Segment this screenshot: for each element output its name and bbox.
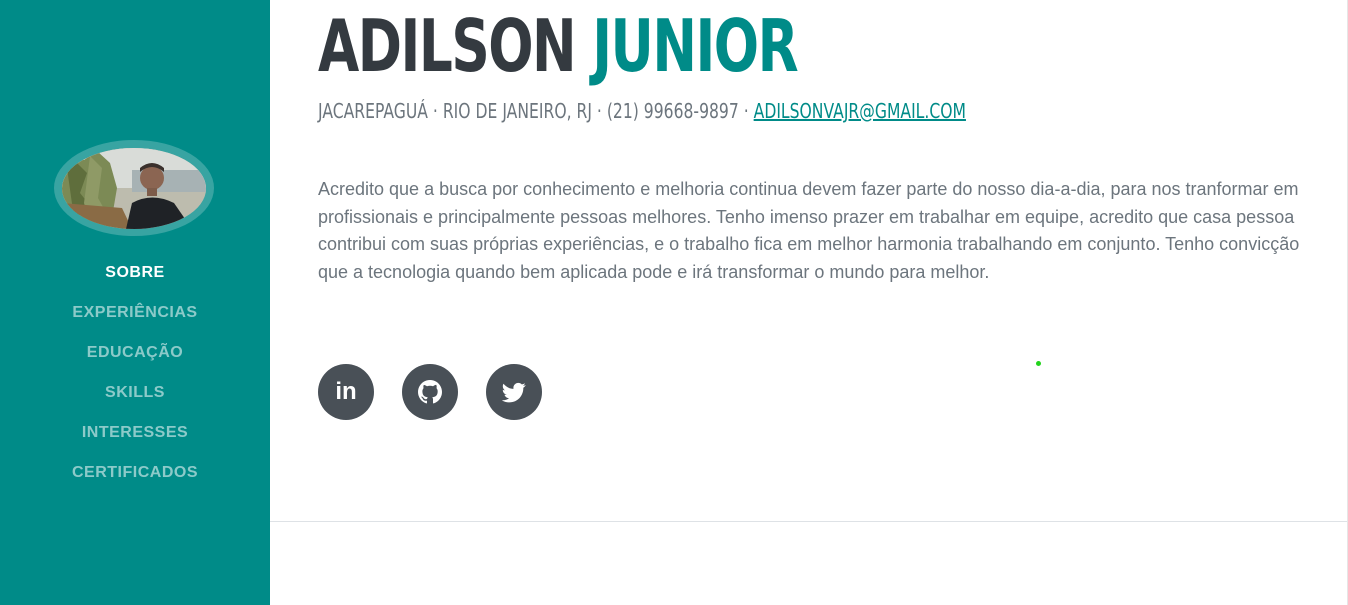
decorative-dot xyxy=(1036,361,1041,366)
nav-item-educacao[interactable]: EDUCAÇÃO xyxy=(0,340,270,380)
nav-menu: SOBRE EXPERIÊNCIAS EDUCAÇÃO SKILLS INTER… xyxy=(0,260,270,500)
first-name: ADILSON xyxy=(318,4,577,88)
sidebar: SOBRE EXPERIÊNCIAS EDUCAÇÃO SKILLS INTER… xyxy=(0,0,270,605)
nav-item-interesses[interactable]: INTERESSES xyxy=(0,420,270,460)
avatar xyxy=(62,148,206,229)
email-link[interactable]: ADILSONVAJR@GMAIL.COM xyxy=(754,99,966,123)
twitter-icon xyxy=(502,382,526,403)
nav-item-certificados[interactable]: CERTIFICADOS xyxy=(0,460,270,500)
nav-item-skills[interactable]: SKILLS xyxy=(0,380,270,420)
linkedin-button[interactable]: in xyxy=(318,364,374,420)
github-icon xyxy=(418,380,442,404)
page-title: ADILSON JUNIOR xyxy=(318,4,799,88)
address-phone: JACAREPAGUÁ · RIO DE JANEIRO, RJ · (21) … xyxy=(318,99,754,123)
profile-photo xyxy=(62,148,206,229)
social-icons: in xyxy=(318,364,542,420)
nav-item-sobre[interactable]: SOBRE xyxy=(0,260,270,300)
twitter-button[interactable] xyxy=(486,364,542,420)
last-name: JUNIOR xyxy=(592,4,798,88)
main-content: ADILSON JUNIOR JACAREPAGUÁ · RIO DE JANE… xyxy=(270,0,1348,605)
github-button[interactable] xyxy=(402,364,458,420)
about-text: Acredito que a busca por conhecimento e … xyxy=(318,179,1300,282)
linkedin-icon: in xyxy=(335,378,357,405)
contact-info: JACAREPAGUÁ · RIO DE JANEIRO, RJ · (21) … xyxy=(318,97,966,125)
section-divider xyxy=(270,521,1348,522)
nav-item-experiencias[interactable]: EXPERIÊNCIAS xyxy=(0,300,270,340)
